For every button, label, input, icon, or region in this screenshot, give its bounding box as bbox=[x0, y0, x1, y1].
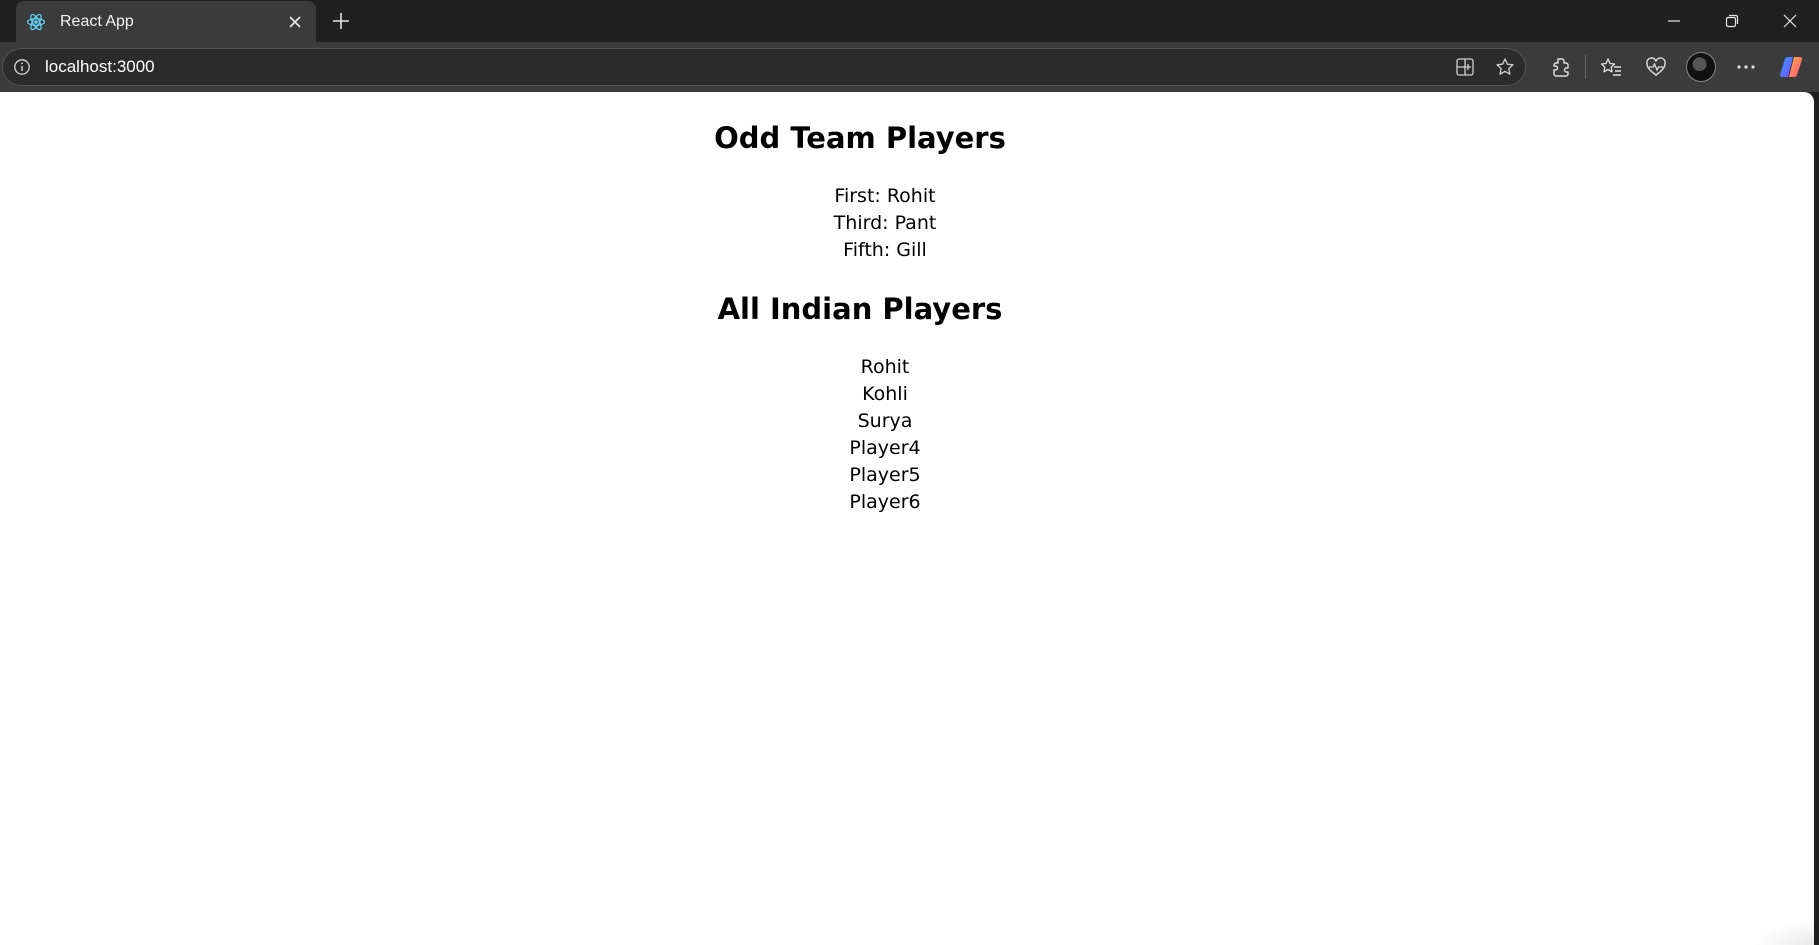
copilot-icon[interactable] bbox=[1768, 48, 1813, 86]
tab-strip: React App bbox=[0, 0, 1819, 42]
list-item: Kohli bbox=[862, 383, 908, 405]
more-icon[interactable] bbox=[1723, 48, 1768, 86]
toolbar-separator bbox=[1585, 55, 1586, 79]
browser-toolbar: localhost:3000 bbox=[0, 42, 1819, 92]
restore-icon[interactable] bbox=[1703, 0, 1761, 42]
minimize-icon[interactable] bbox=[1645, 0, 1703, 42]
url-text[interactable]: localhost:3000 bbox=[45, 57, 1445, 77]
list-item: Player6 bbox=[849, 491, 921, 513]
browser-essentials-icon[interactable] bbox=[1633, 48, 1678, 86]
extensions-icon[interactable] bbox=[1538, 48, 1583, 86]
profile-avatar[interactable] bbox=[1678, 48, 1723, 86]
list-item: Surya bbox=[857, 410, 913, 432]
list-item: Player5 bbox=[849, 464, 921, 486]
favorite-star-icon[interactable] bbox=[1485, 49, 1525, 85]
address-bar[interactable]: localhost:3000 bbox=[2, 48, 1526, 86]
tab-title: React App bbox=[60, 12, 134, 30]
close-icon[interactable] bbox=[282, 9, 308, 35]
list-item: Rohit bbox=[860, 356, 910, 378]
odd-players-list: First: Rohit Third: Pant Fifth: Gill bbox=[0, 183, 1770, 264]
browser-window: React App localhost:3000 Odd Team Player… bbox=[0, 0, 1819, 945]
tab-react-app[interactable]: React App bbox=[16, 1, 316, 42]
window-controls bbox=[1645, 0, 1819, 42]
all-players-list: Rohit Kohli Surya Player4 Player5 Player… bbox=[0, 354, 1770, 516]
list-item: Player4 bbox=[849, 437, 921, 459]
odd-team-heading: Odd Team Players bbox=[714, 121, 1006, 155]
plus-icon[interactable] bbox=[326, 6, 356, 36]
all-players-heading: All Indian Players bbox=[717, 292, 1003, 326]
react-icon bbox=[26, 12, 46, 32]
info-icon[interactable] bbox=[12, 57, 32, 77]
toolbar-icons bbox=[1538, 48, 1813, 86]
avatar bbox=[1685, 52, 1716, 82]
list-item: Third: Pant bbox=[833, 212, 937, 234]
page-viewport: Odd Team Players First: Rohit Third: Pan… bbox=[0, 92, 1814, 945]
close-icon[interactable] bbox=[1761, 0, 1819, 42]
corner-shadow bbox=[1754, 921, 1814, 945]
favorites-icon[interactable] bbox=[1588, 48, 1633, 86]
list-item: Fifth: Gill bbox=[843, 239, 927, 261]
split-screen-icon[interactable] bbox=[1445, 49, 1485, 85]
list-item: First: Rohit bbox=[834, 185, 936, 207]
